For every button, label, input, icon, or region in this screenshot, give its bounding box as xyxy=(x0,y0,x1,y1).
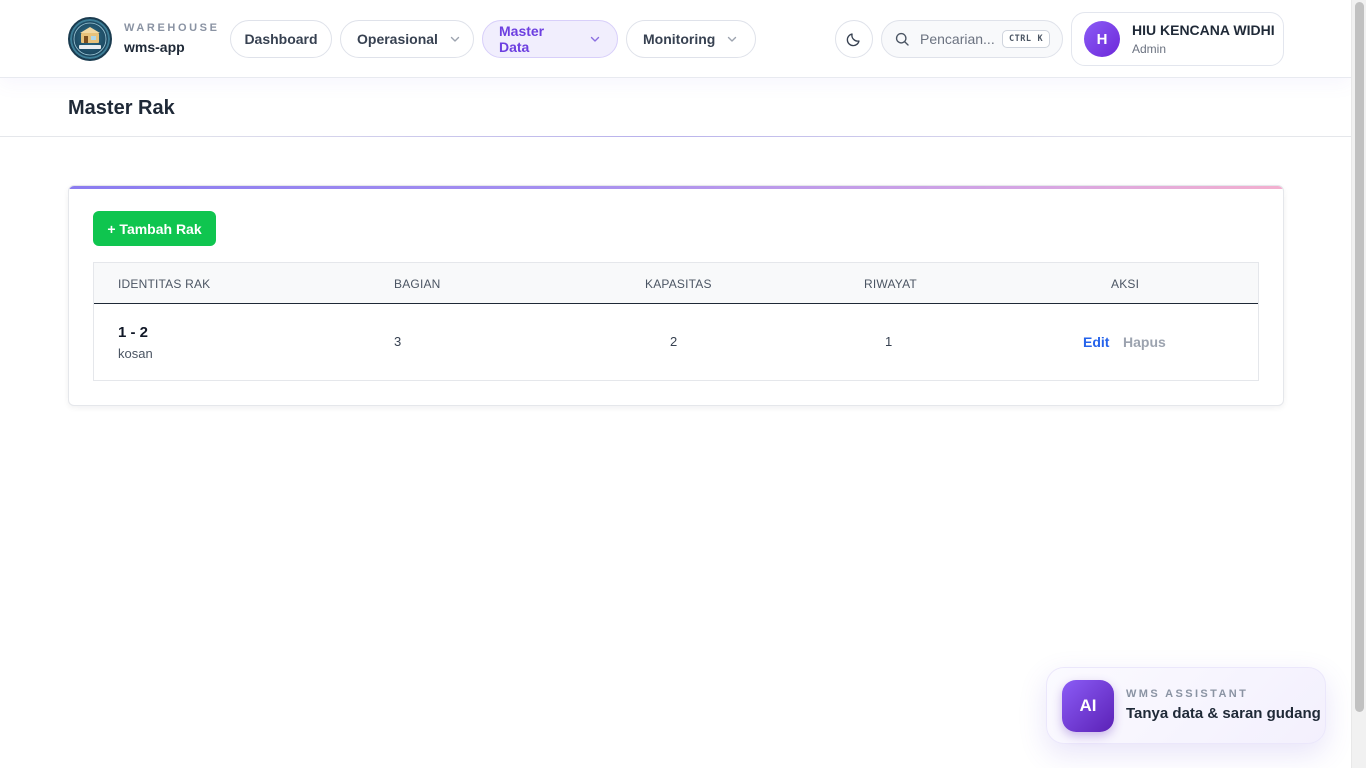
user-name: HIU KENCANA WIDHI xyxy=(1132,21,1275,38)
table-header: IDENTITAS RAK BAGIAN KAPASITAS RIWAYAT A… xyxy=(94,263,1258,304)
rack-identity: 1 - 2 xyxy=(118,324,149,341)
page-scrollbar[interactable] xyxy=(1351,0,1366,768)
user-menu[interactable]: H HIU KENCANA WIDHI Admin xyxy=(1071,12,1284,66)
nav-master-data-label: Master Data xyxy=(499,23,545,55)
edit-rack-link[interactable]: Edit xyxy=(1083,334,1109,350)
table-row: 1 - 2 kosan 3 2 1 Edit Hapus xyxy=(94,304,1258,380)
page-header: Master Rak xyxy=(0,78,1351,137)
shortcut-ctrl: CTRL xyxy=(1009,34,1032,44)
avatar: H xyxy=(1084,21,1120,57)
chevron-down-icon xyxy=(449,33,461,45)
moon-icon xyxy=(846,33,860,47)
brand-eyebrow: WAREHOUSE xyxy=(124,22,220,34)
theme-toggle-button[interactable] xyxy=(835,20,873,58)
column-header-identitas: IDENTITAS RAK xyxy=(118,277,211,291)
assistant-prompt: Tanya data & saran gudang xyxy=(1126,705,1321,722)
nav-dashboard-label: Dashboard xyxy=(244,31,318,47)
card-accent-bar xyxy=(69,186,1283,189)
search-placeholder: Pencarian... xyxy=(920,31,995,47)
chevron-down-icon xyxy=(589,33,601,45)
nav-operasional-label: Operasional xyxy=(357,31,438,47)
nav-monitoring[interactable]: Monitoring xyxy=(626,20,756,58)
search-icon xyxy=(895,32,909,46)
scrollbar-thumb[interactable] xyxy=(1355,2,1364,712)
brand-logo[interactable] xyxy=(68,17,112,61)
nav-dashboard[interactable]: Dashboard xyxy=(230,20,332,58)
search-shortcut-hint: CTRL K xyxy=(1002,30,1051,48)
nav-monitoring-label: Monitoring xyxy=(643,31,716,47)
column-header-aksi: AKSI xyxy=(1111,277,1140,291)
brand: WAREHOUSE wms-app xyxy=(124,22,220,56)
assistant-ai-badge: AI xyxy=(1062,680,1114,732)
rack-location: kosan xyxy=(118,346,153,361)
brand-name: wms-app xyxy=(124,39,185,55)
nav-operasional[interactable]: Operasional xyxy=(340,20,474,58)
page-header-divider xyxy=(140,136,1151,137)
add-rack-button[interactable]: + Tambah Rak xyxy=(93,211,216,246)
column-header-kapasitas: KAPASITAS xyxy=(645,277,712,291)
page-title: Master Rak xyxy=(68,97,175,119)
rack-kapasitas: 2 xyxy=(670,334,678,349)
top-navigation-bar: WAREHOUSE wms-app Dashboard Operasional … xyxy=(0,0,1351,78)
column-header-bagian: BAGIAN xyxy=(394,277,441,291)
user-info: HIU KENCANA WIDHI Admin xyxy=(1132,22,1275,57)
rack-list-card: + Tambah Rak IDENTITAS RAK BAGIAN KAPASI… xyxy=(68,185,1284,406)
user-role: Admin xyxy=(1132,41,1167,56)
rack-table: IDENTITAS RAK BAGIAN KAPASITAS RIWAYAT A… xyxy=(93,262,1259,381)
warehouse-logo-icon xyxy=(73,22,107,56)
chevron-down-icon xyxy=(726,33,738,45)
column-header-riwayat: RIWAYAT xyxy=(864,277,917,291)
wms-assistant-widget[interactable]: AI WMS ASSISTANT Tanya data & saran guda… xyxy=(1046,667,1326,744)
nav-master-data[interactable]: Master Data xyxy=(482,20,618,58)
assistant-eyebrow: WMS ASSISTANT xyxy=(1126,688,1249,700)
delete-rack-link[interactable]: Hapus xyxy=(1123,334,1166,350)
search-box[interactable]: Pencarian... CTRL K xyxy=(881,20,1063,58)
shortcut-key: K xyxy=(1037,34,1044,44)
rack-bagian: 3 xyxy=(394,334,402,349)
rack-riwayat: 1 xyxy=(885,334,893,349)
